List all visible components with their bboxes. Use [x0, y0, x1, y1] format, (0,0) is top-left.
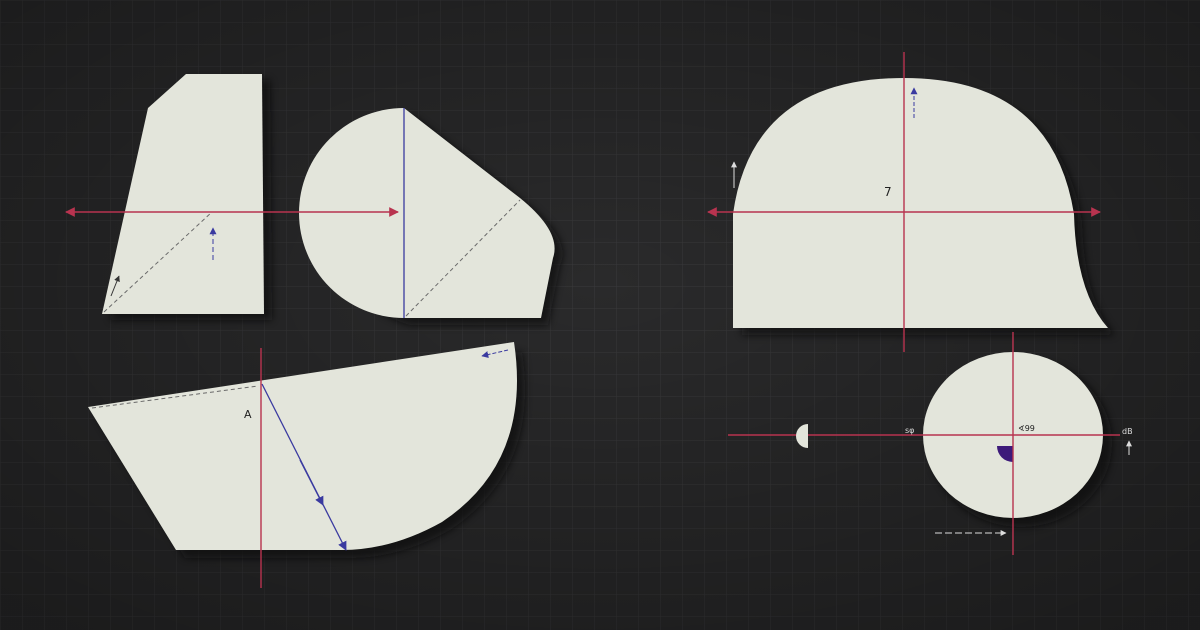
geometry-diagram: A 7 ∢99 sφ dB: [0, 0, 1200, 630]
circle-center-label: ∢99: [1018, 424, 1035, 433]
sail-letter-label: A: [244, 408, 252, 421]
dome-number-label: 7: [884, 185, 892, 199]
circle-left-label: sφ: [905, 426, 914, 435]
right-edge-label: dB: [1122, 427, 1133, 436]
